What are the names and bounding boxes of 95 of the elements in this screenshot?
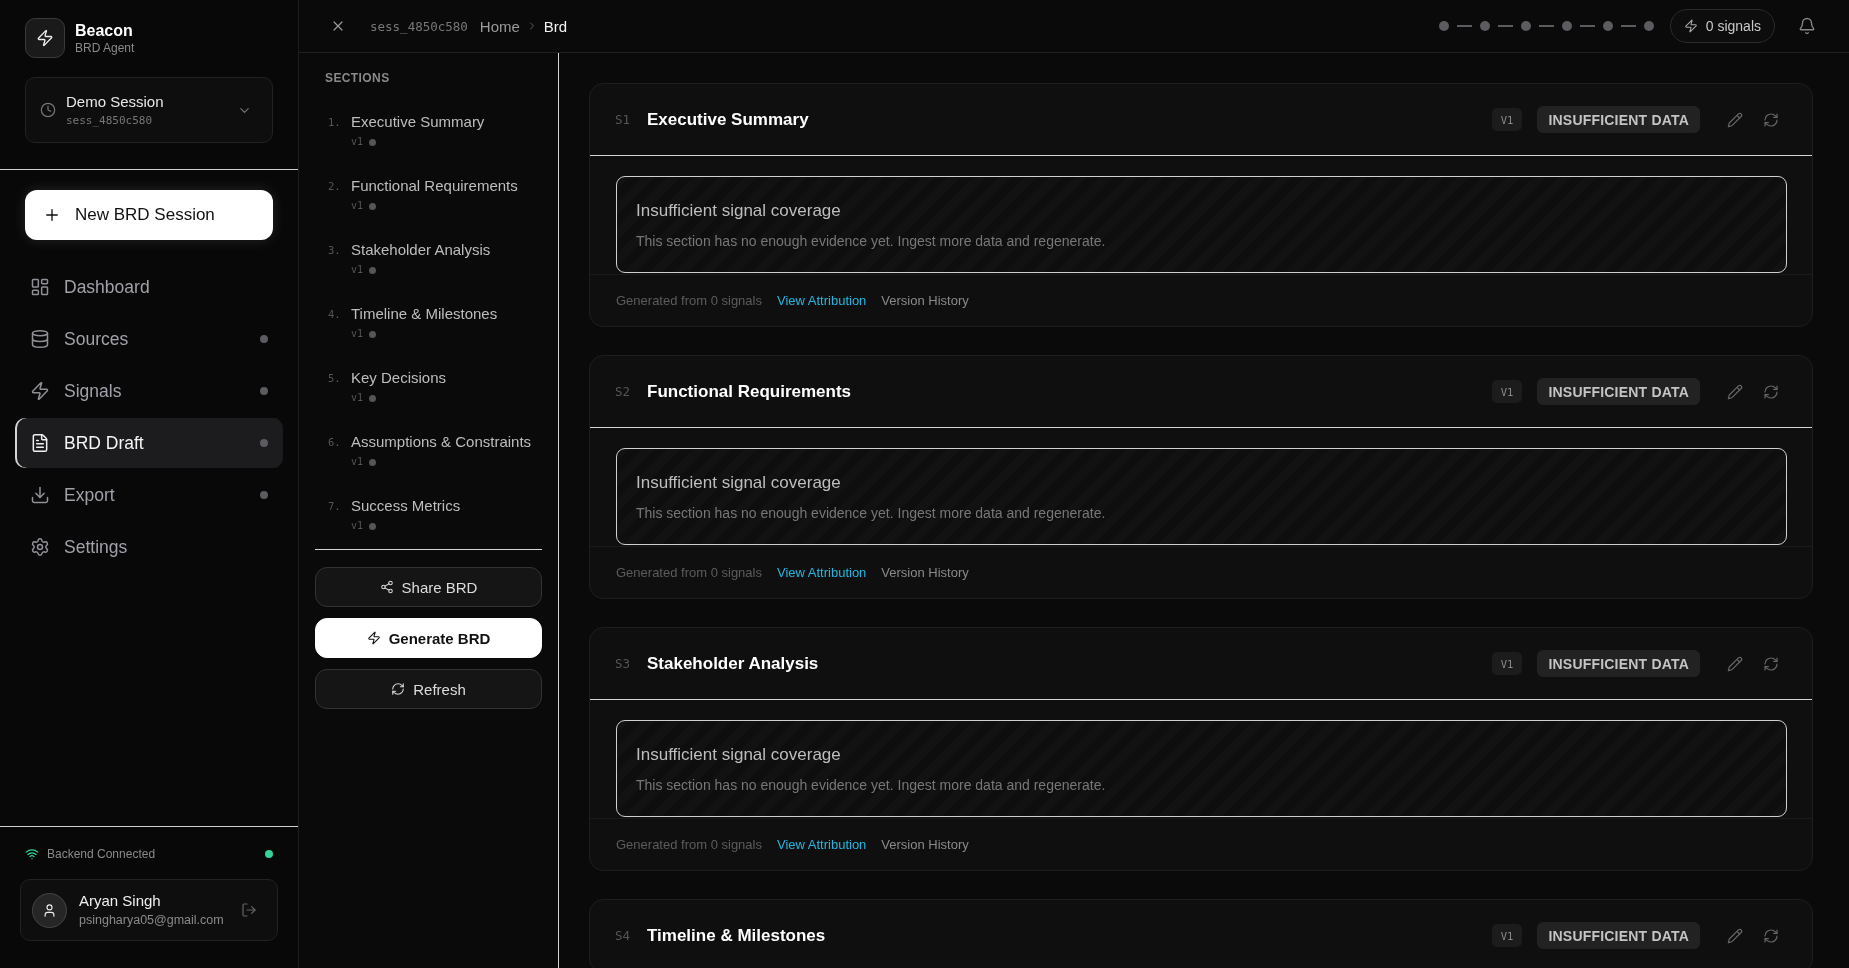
action-button[interactable]: Refresh — [315, 669, 542, 709]
nav-item[interactable]: Export — [15, 470, 283, 520]
nav-item[interactable]: Dashboard — [15, 262, 283, 312]
version-badge: V1 — [1491, 108, 1523, 131]
download-tray-icon — [30, 485, 50, 505]
status-dot-icon — [369, 458, 377, 466]
version-badge: V1 — [1491, 652, 1523, 675]
status-dot-icon — [369, 394, 377, 402]
step-connector — [1579, 25, 1595, 27]
new-session-button[interactable]: New BRD Session — [25, 190, 273, 240]
user-name: Aryan Singh — [79, 892, 162, 910]
nav-item[interactable]: Settings — [15, 522, 283, 572]
wifi-icon — [25, 847, 39, 861]
status-badge: INSUFFICIENT DATA — [1537, 922, 1700, 949]
user-email: psingharya05@gmail.com — [79, 912, 225, 928]
section-title: Executive Summary — [647, 109, 809, 130]
footer-link[interactable]: Version History — [881, 293, 969, 308]
footer-link[interactable]: View Attribution — [776, 293, 867, 308]
database-icon — [30, 329, 50, 349]
section-code: S4 — [615, 928, 632, 943]
section-title: Functional Requirements — [647, 381, 852, 402]
step-connector — [1538, 25, 1554, 27]
connection-status: Backend Connected — [47, 847, 157, 861]
notice-title: Insufficient signal coverage — [636, 744, 842, 766]
notice-text: This section has no enough evidence yet. Ingest more data and regenerate. — [636, 776, 1107, 794]
section-title: Stakeholder Analysis — [647, 653, 819, 674]
version-badge: V1 — [1491, 924, 1523, 947]
circular-arrows-icon[interactable] — [1763, 927, 1779, 944]
circular-arrows-icon[interactable] — [1763, 383, 1779, 400]
status-dot-icon — [369, 266, 377, 274]
lightning-icon — [30, 381, 50, 401]
signal-source-text: Generated from 0 signals — [616, 293, 762, 308]
plus-icon — [43, 206, 61, 224]
lightning-logo-icon — [25, 18, 65, 58]
circular-arrows-icon — [391, 682, 406, 696]
share-nodes-icon — [379, 580, 394, 594]
user-avatar-icon — [32, 892, 67, 928]
section-link[interactable]: 4. Timeline & Milestones v1 — [315, 296, 542, 349]
status-dot-icon — [369, 522, 377, 530]
footer-link[interactable]: View Attribution — [776, 565, 867, 580]
section-link[interactable]: 7. Success Metrics v1 — [315, 488, 542, 541]
nav-item[interactable]: Signals — [15, 366, 283, 416]
action-button[interactable]: Generate BRD — [315, 618, 542, 658]
pencil-icon[interactable] — [1727, 383, 1743, 400]
section-link[interactable]: 3. Stakeholder Analysis v1 — [315, 232, 542, 285]
document-icon — [30, 433, 50, 453]
step-connector — [1497, 25, 1513, 27]
pencil-icon[interactable] — [1727, 655, 1743, 672]
pencil-icon[interactable] — [1727, 111, 1743, 128]
section-link[interactable]: 2. Functional Requirements v1 — [315, 168, 542, 221]
action-button[interactable]: Share BRD — [315, 567, 542, 607]
status-dot-icon — [369, 202, 377, 210]
footer-link[interactable]: Version History — [881, 837, 969, 852]
section-title: Timeline & Milestones — [647, 925, 826, 946]
status-badge: INSUFFICIENT DATA — [1537, 650, 1700, 677]
notice-text: This section has no enough evidence yet. Ingest more data and regenerate. — [636, 232, 1107, 250]
footer-link[interactable]: Version History — [881, 565, 969, 580]
notice-text: This section has no enough evidence yet. Ingest more data and regenerate. — [636, 504, 1107, 522]
brand-subtitle: BRD Agent — [75, 40, 135, 56]
status-dot-icon — [369, 330, 377, 338]
clock-icon — [40, 102, 56, 118]
circular-arrows-icon[interactable] — [1763, 655, 1779, 672]
breadcrumb-link[interactable]: Brd — [543, 17, 568, 35]
footer-link[interactable]: View Attribution — [776, 837, 867, 852]
section-link[interactable]: 1. Executive Summary v1 — [315, 104, 542, 157]
panel-heading: SECTIONS — [324, 70, 391, 86]
version-badge: V1 — [1491, 380, 1523, 403]
session-id: sess_4850c580 — [370, 18, 468, 34]
notice-title: Insufficient signal coverage — [636, 200, 842, 222]
status-dot-icon — [369, 138, 377, 146]
section-code: S2 — [615, 384, 632, 399]
notice-title: Insufficient signal coverage — [636, 472, 842, 494]
signals-count: 0 signals — [1705, 18, 1761, 34]
nav-item[interactable]: Sources — [15, 314, 283, 364]
settings-icon — [30, 537, 50, 557]
grid-icon — [30, 277, 50, 297]
step-connector — [1620, 25, 1636, 27]
breadcrumb-link[interactable]: Home — [479, 17, 520, 35]
section-link[interactable]: 6. Assumptions & Constraints v1 — [315, 424, 542, 477]
bell-icon[interactable] — [1798, 17, 1816, 35]
nav-item[interactable]: BRD Draft — [15, 418, 283, 468]
section-link[interactable]: 5. Key Decisions v1 — [315, 360, 542, 413]
signal-source-text: Generated from 0 signals — [616, 837, 762, 852]
step-connector — [1456, 25, 1472, 27]
lightning-icon — [1683, 19, 1698, 33]
section-code: S1 — [615, 112, 632, 127]
lightning-icon — [366, 631, 381, 645]
session-dropdown[interactable]: Demo Session sess_4850c580 — [25, 77, 273, 143]
section-code: S3 — [615, 656, 632, 671]
signal-source-text: Generated from 0 signals — [616, 565, 762, 580]
circular-arrows-icon[interactable] — [1763, 111, 1779, 128]
pencil-icon[interactable] — [1727, 927, 1743, 944]
status-badge: INSUFFICIENT DATA — [1537, 106, 1700, 133]
status-badge: INSUFFICIENT DATA — [1537, 378, 1700, 405]
brand-name: Beacon — [75, 20, 134, 40]
